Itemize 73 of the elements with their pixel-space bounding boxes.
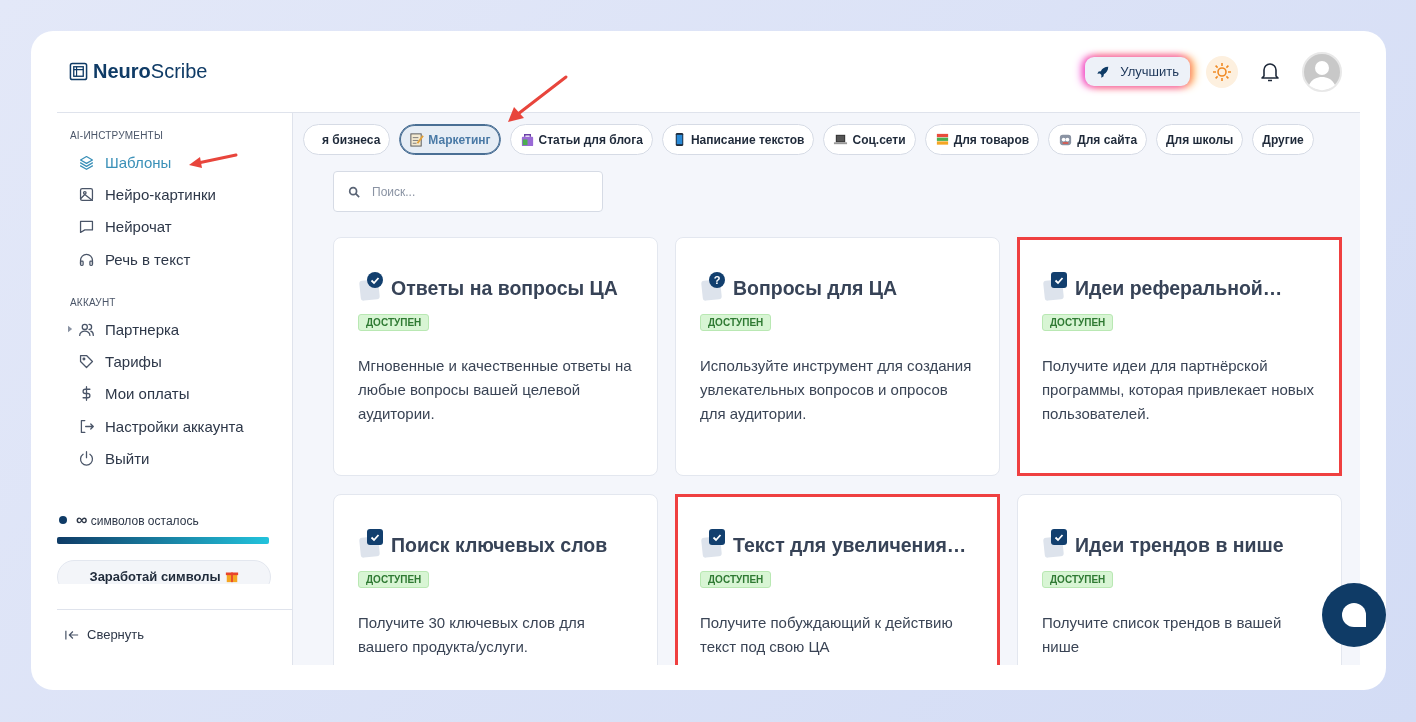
collapse-icon bbox=[65, 628, 79, 641]
category-icon bbox=[409, 132, 425, 147]
sidebar-item[interactable]: Настройки аккаунта bbox=[57, 410, 244, 443]
category-icon bbox=[1058, 132, 1074, 147]
annotation-arrow bbox=[188, 153, 238, 169]
card-description: Получите 30 ключевых слов для вашего продукта/услуги. bbox=[358, 613, 586, 657]
category-icon bbox=[833, 132, 849, 147]
category-icon bbox=[934, 132, 950, 147]
logo-icon bbox=[69, 62, 88, 81]
caret-icon bbox=[68, 325, 73, 334]
card-title: Текст для увеличения… bbox=[733, 534, 967, 557]
template-card[interactable]: Поиск ключевых слов ДОСТУПЕН Получите 30 ключевых слов для вашего продукта/услуги. bbox=[333, 494, 658, 665]
search-field[interactable]: Поиск... bbox=[333, 171, 603, 212]
category-tab[interactable]: Другие bbox=[1252, 124, 1314, 155]
template-icon bbox=[700, 529, 728, 557]
category-tab[interactable]: Написание текстов bbox=[661, 124, 815, 155]
status-badge: ДОСТУПЕН bbox=[1042, 314, 1114, 331]
status-badge: ДОСТУПЕН bbox=[700, 314, 772, 331]
status-badge: ДОСТУПЕН bbox=[700, 571, 772, 588]
sidebar-item[interactable]: Нейрочат bbox=[57, 210, 172, 243]
card-title: Вопросы для ЦА bbox=[733, 277, 898, 300]
card-description: Мгновенные и качественные ответы на любые вопросы вашей целевой аудитории. bbox=[358, 356, 633, 424]
template-card[interactable]: Идеи реферальной… ДОСТУПЕН Получите идеи для партнёрской программы, которая привлекает новых пользователей. bbox=[1017, 237, 1342, 476]
upgrade-button[interactable]: Улучшить bbox=[1085, 57, 1190, 86]
template-card[interactable]: Текст для увеличения… ДОСТУПЕН Получите побуждающий к действию текст под свою ЦА bbox=[675, 494, 1000, 665]
sidebar-item[interactable]: Речь в текст bbox=[57, 242, 191, 276]
menu-item-icon bbox=[78, 417, 95, 435]
menu-item-icon bbox=[78, 353, 95, 371]
section-title: AI-ИНСТРУМЕНТЫ bbox=[70, 130, 164, 141]
template-card[interactable]: ? Вопросы для ЦА ДОСТУПЕН Используйте инструмент для создания увлекательных вопросов и опросов для аудитории. bbox=[675, 237, 1000, 476]
sidebar-item[interactable]: Мои оплаты bbox=[57, 377, 190, 411]
card-title: Идеи трендов в нише bbox=[1075, 534, 1284, 557]
rocket-icon bbox=[1096, 64, 1111, 79]
template-card[interactable]: Идеи трендов в нише ДОСТУПЕН Получите список трендов в вашей нише bbox=[1017, 494, 1342, 665]
chat-bubble-icon bbox=[1339, 600, 1369, 630]
card-description: Используйте инструмент для создания увлекательных вопросов и опросов для аудитории. bbox=[700, 356, 973, 424]
menu-item-icon bbox=[78, 185, 95, 203]
template-icon bbox=[358, 529, 386, 557]
status-dot bbox=[59, 515, 67, 524]
sidebar-item[interactable]: Тарифы bbox=[57, 345, 162, 378]
card-title: Поиск ключевых слов bbox=[391, 534, 608, 557]
sidebar-item[interactable]: Партнерка bbox=[57, 313, 180, 346]
sidebar-item[interactable]: Шаблоны bbox=[57, 146, 172, 179]
card-description: Получите идеи для партнёрской программы, которая привлекает новых пользователей. bbox=[1042, 356, 1316, 424]
earn-button[interactable]: Заработай символы bbox=[57, 559, 271, 584]
category-tab[interactable]: Для сайта bbox=[1048, 124, 1148, 155]
card-description: Получите список трендов в вашей нише bbox=[1042, 613, 1283, 657]
category-tab[interactable]: Для товаров bbox=[924, 124, 1040, 155]
section-title: АККАУНТ bbox=[70, 297, 117, 309]
category-tab[interactable]: Маркетинг bbox=[399, 124, 501, 155]
card-description: Получите побуждающий к действию текст под свою ЦА bbox=[700, 613, 954, 657]
category-icon bbox=[519, 132, 535, 147]
menu-item-icon bbox=[78, 153, 95, 171]
collapse-button[interactable]: Свернуть bbox=[57, 609, 292, 665]
menu-item-icon bbox=[78, 450, 95, 467]
card-title: Ответы на вопросы ЦА bbox=[391, 277, 618, 300]
status-badge: ДОСТУПЕН bbox=[358, 571, 430, 588]
logo-text: NeuroScribe bbox=[93, 60, 208, 83]
status-badge: ДОСТУПЕН bbox=[358, 314, 430, 331]
category-tab[interactable]: Статьи для блога bbox=[509, 124, 653, 155]
sidebar-item[interactable]: Выйти bbox=[57, 442, 150, 475]
category-tab[interactable]: Для школы bbox=[1156, 124, 1244, 155]
template-icon bbox=[1042, 272, 1070, 300]
bell-icon[interactable] bbox=[1260, 60, 1280, 83]
category-tab[interactable]: Соц.сети bbox=[823, 124, 916, 155]
status-badge: ДОСТУПЕН bbox=[1042, 571, 1114, 588]
menu-item-icon bbox=[78, 218, 95, 236]
category-tab[interactable]: я бизнеса bbox=[303, 124, 391, 155]
quota-text: ∞ символов осталось bbox=[76, 510, 199, 529]
template-card[interactable]: Ответы на вопросы ЦА ДОСТУПЕН Мгновенные и качественные ответы на любые вопросы вашей целевой аудитории. bbox=[333, 237, 658, 476]
template-icon bbox=[1042, 529, 1070, 557]
sidebar-item[interactable]: Нейро-картинки bbox=[57, 178, 216, 211]
card-title: Идеи реферальной… bbox=[1075, 277, 1283, 300]
